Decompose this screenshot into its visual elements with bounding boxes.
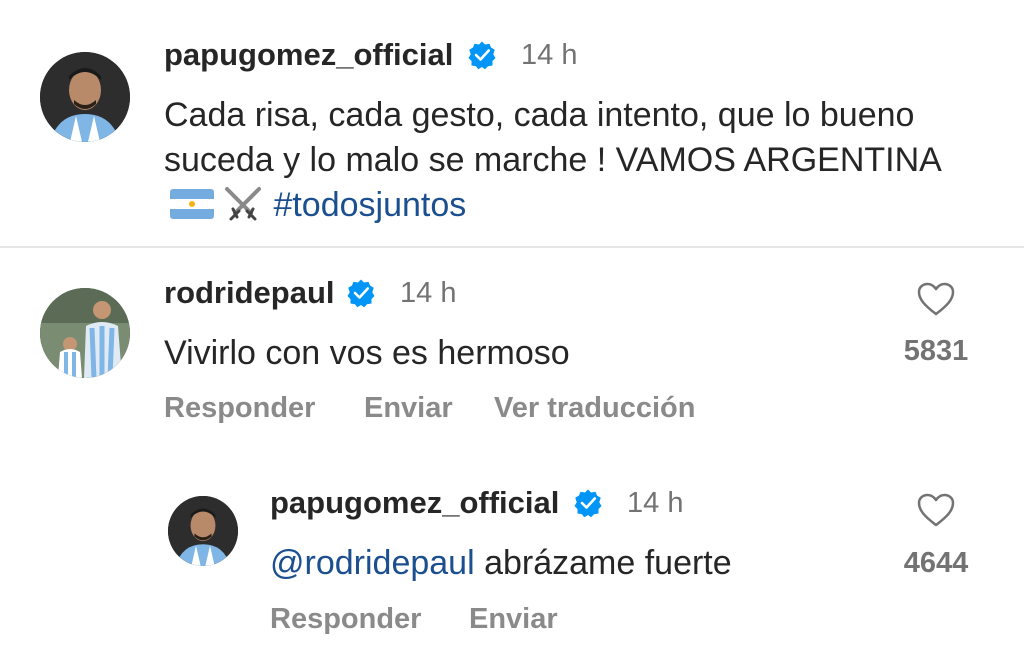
like-heart-icon[interactable] <box>916 281 956 317</box>
hashtag-link[interactable]: #todosjuntos <box>273 186 466 224</box>
divider <box>0 246 1024 248</box>
post-timestamp: 14 h <box>521 39 578 71</box>
verified-badge-icon <box>467 40 497 70</box>
post-username[interactable]: papugomez_official <box>164 37 453 73</box>
like-count: 5831 <box>903 335 969 367</box>
crossed-swords-icon <box>225 187 262 221</box>
avatar[interactable] <box>40 288 130 378</box>
reply-button[interactable]: Responder <box>270 603 421 636</box>
reply-timestamp: 14 h <box>627 487 684 519</box>
mention-link[interactable]: @rodridepaul <box>270 544 475 582</box>
caption-text: Cada risa, cada gesto, cada intento, que… <box>164 96 940 179</box>
reply-username[interactable]: papugomez_official <box>270 485 559 521</box>
comment-text: Vivirlo con vos es hermoso <box>164 334 570 372</box>
avatar[interactable] <box>168 496 238 566</box>
comment-username[interactable]: rodridepaul <box>164 275 335 311</box>
comment-timestamp: 14 h <box>400 277 457 309</box>
send-button[interactable]: Enviar <box>364 392 453 425</box>
reply-button[interactable]: Responder <box>164 392 315 425</box>
reply-body: abrázame fuerte <box>474 544 732 582</box>
like-heart-icon[interactable] <box>916 492 956 528</box>
verified-badge-icon <box>346 278 376 308</box>
see-translation-button[interactable]: Ver traducción <box>494 392 695 425</box>
send-button[interactable]: Enviar <box>469 603 558 636</box>
avatar[interactable] <box>40 52 130 142</box>
like-count: 4644 <box>903 547 969 579</box>
reply-text: @rodridepaul abrázame fuerte <box>270 541 732 586</box>
verified-badge-icon <box>573 488 603 518</box>
post-caption: Cada risa, cada gesto, cada intento, que… <box>164 93 944 228</box>
argentina-flag-icon <box>170 189 214 219</box>
